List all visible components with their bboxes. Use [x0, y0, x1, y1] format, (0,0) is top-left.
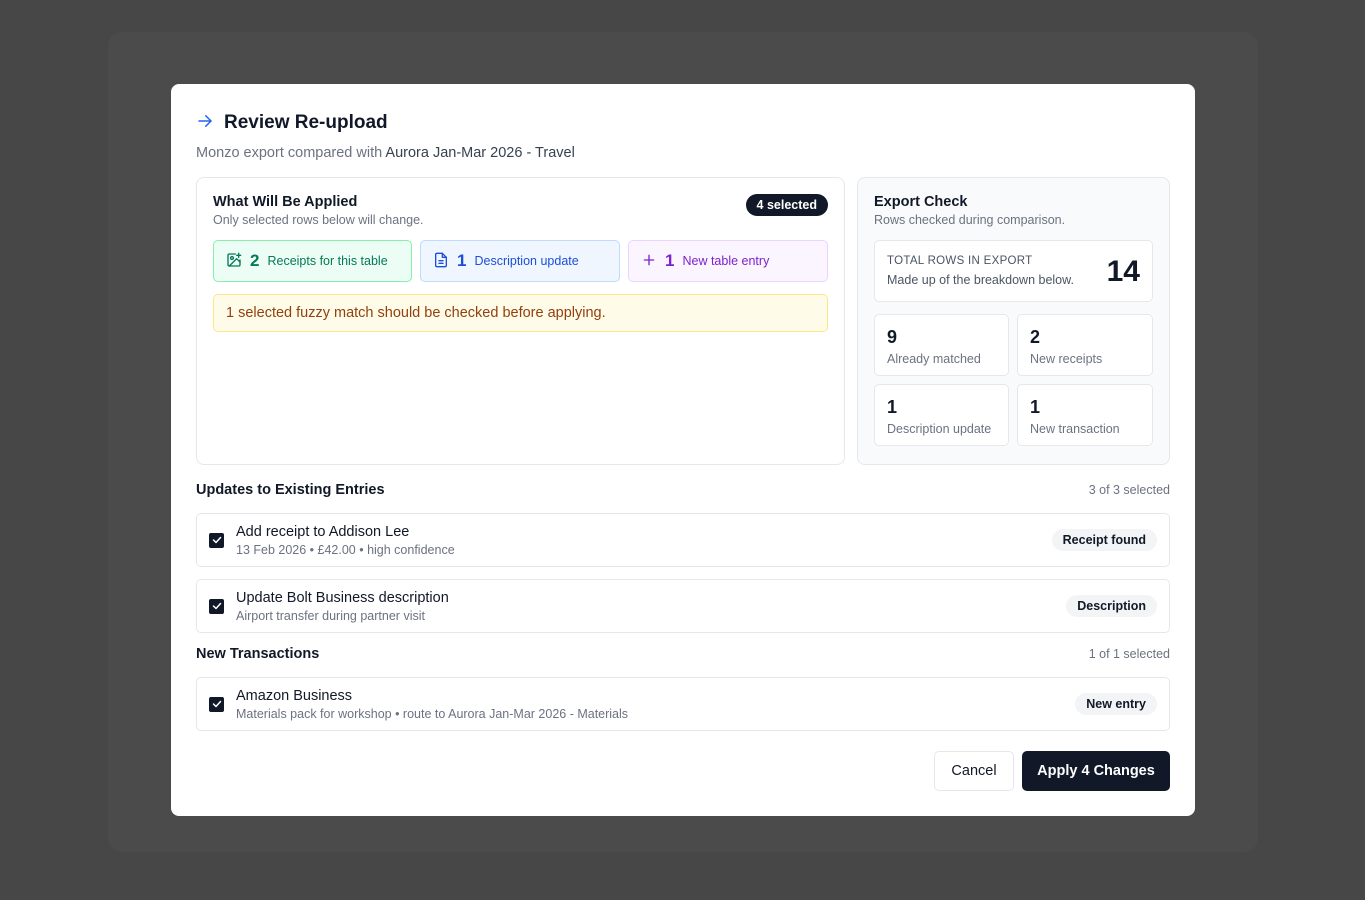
checkmark-icon — [212, 536, 221, 544]
export-check-title: Export Check — [874, 194, 968, 210]
row-subtitle: 13 Feb 2026 • £42.00 • high confidence — [236, 542, 455, 557]
status-badge: Description — [1066, 595, 1157, 617]
checkmark-icon — [212, 602, 221, 610]
selected-count-badge: 4 selected — [745, 194, 828, 216]
new-transactions-section-title: New Transactions — [196, 646, 320, 662]
stat-new-receipts: 2 New receipts — [1017, 314, 1153, 376]
applied-summary-card: What Will Be Applied Only selected rows … — [196, 177, 845, 465]
total-rows-subtitle: Made up of the breakdown below. — [887, 273, 1074, 287]
image-plus-icon — [226, 252, 242, 271]
chip-description: 1 Description update — [420, 240, 620, 282]
row-subtitle: Materials pack for workshop • route to A… — [236, 706, 629, 721]
row-checkbox[interactable] — [209, 598, 224, 614]
updates-section-title: Updates to Existing Entries — [196, 482, 385, 498]
update-row-bolt-business[interactable]: Update Bolt Business description Airport… — [196, 579, 1170, 633]
stat-label: Already matched — [887, 352, 981, 366]
chip-receipts-label: Receipts for this table — [267, 254, 388, 268]
fuzzy-match-warning: 1 selected fuzzy match should be checked… — [213, 294, 828, 332]
new-row-amazon-business[interactable]: Amazon Business Materials pack for works… — [196, 677, 1170, 731]
arrow-right-icon — [196, 112, 214, 135]
update-row-addison-lee[interactable]: Add receipt to Addison Lee 13 Feb 2026 •… — [196, 513, 1170, 567]
dialog-footer: Cancel Apply 4 Changes — [934, 751, 1170, 791]
updates-section-header: Updates to Existing Entries 3 of 3 selec… — [196, 482, 1170, 498]
row-checkbox[interactable] — [209, 532, 224, 548]
row-title: Add receipt to Addison Lee — [236, 523, 410, 540]
stat-value: 1 — [887, 397, 898, 417]
applied-title: What Will Be Applied — [213, 194, 358, 210]
export-check-subtitle: Rows checked during comparison. — [874, 213, 1066, 227]
export-check-card: Export Check Rows checked during compari… — [857, 177, 1170, 465]
row-subtitle: Airport transfer during partner visit — [236, 608, 425, 623]
row-title: Update Bolt Business description — [236, 589, 449, 606]
chip-receipts-count: 2 — [250, 251, 260, 270]
checkmark-icon — [212, 700, 221, 708]
apply-changes-button[interactable]: Apply 4 Changes — [1022, 751, 1170, 791]
stat-description-update: 1 Description update — [874, 384, 1009, 446]
chip-new-entry-count: 1 — [665, 251, 675, 270]
cancel-button[interactable]: Cancel — [934, 751, 1014, 791]
status-badge: New entry — [1075, 693, 1157, 715]
row-checkbox[interactable] — [209, 696, 224, 712]
stat-new-transaction: 1 New transaction — [1017, 384, 1153, 446]
stat-already-matched: 9 Already matched — [874, 314, 1009, 376]
stat-grid: 9 Already matched 2 New receipts 1 Descr… — [874, 314, 1153, 446]
total-rows-box: TOTAL ROWS IN EXPORT Made up of the brea… — [874, 240, 1153, 302]
row-title: Amazon Business — [236, 687, 353, 704]
stat-value: 9 — [887, 327, 898, 347]
stat-value: 2 — [1030, 327, 1041, 347]
stat-value: 1 — [1030, 397, 1041, 417]
document-icon — [433, 252, 449, 271]
new-transactions-section-header: New Transactions 1 of 1 selected — [196, 646, 1170, 662]
subtitle-prefix: Monzo export compared with — [196, 145, 386, 161]
new-transactions-section-count: 1 of 1 selected — [1088, 647, 1170, 661]
plus-icon — [641, 252, 657, 271]
chip-description-count: 1 — [457, 251, 467, 270]
updates-section-count: 3 of 3 selected — [1088, 483, 1170, 497]
total-rows-value: 14 — [1106, 255, 1140, 288]
chip-receipts: 2 Receipts for this table — [213, 240, 412, 282]
dialog-header: Review Re-upload Monzo export compared w… — [196, 110, 1170, 161]
stat-label: Description update — [887, 422, 992, 436]
applied-chips: 2 Receipts for this table 1 Description … — [213, 240, 828, 282]
subtitle-target: Aurora Jan-Mar 2026 - Travel — [385, 145, 575, 161]
dialog-subtitle: Monzo export compared with Aurora Jan-Ma… — [196, 145, 1170, 161]
stat-label: New receipts — [1030, 352, 1103, 366]
chip-description-label: Description update — [474, 254, 579, 268]
review-reupload-dialog: Review Re-upload Monzo export compared w… — [171, 84, 1195, 816]
total-rows-label: TOTAL ROWS IN EXPORT — [887, 255, 1033, 267]
status-badge: Receipt found — [1051, 529, 1157, 551]
stat-label: New transaction — [1030, 422, 1120, 436]
chip-new-entry: 1 New table entry — [628, 240, 828, 282]
applied-subtitle: Only selected rows below will change. — [213, 213, 424, 227]
dialog-title: Review Re-upload — [224, 112, 388, 133]
chip-new-entry-label: New table entry — [682, 254, 770, 268]
